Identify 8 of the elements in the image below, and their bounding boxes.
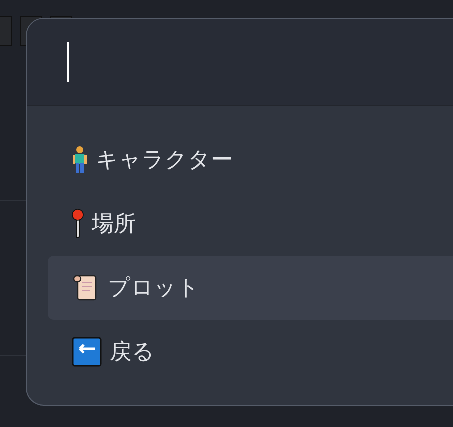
- search-field[interactable]: [27, 19, 453, 106]
- menu-item[interactable]: 場所: [48, 192, 453, 256]
- person-icon: [72, 146, 88, 174]
- menu-item[interactable]: 戻る: [48, 320, 453, 384]
- pushpin-icon: [72, 209, 84, 239]
- menu-item[interactable]: キャラクター: [48, 128, 453, 192]
- text-cursor: [67, 42, 69, 82]
- menu-item[interactable]: プロット: [48, 256, 453, 320]
